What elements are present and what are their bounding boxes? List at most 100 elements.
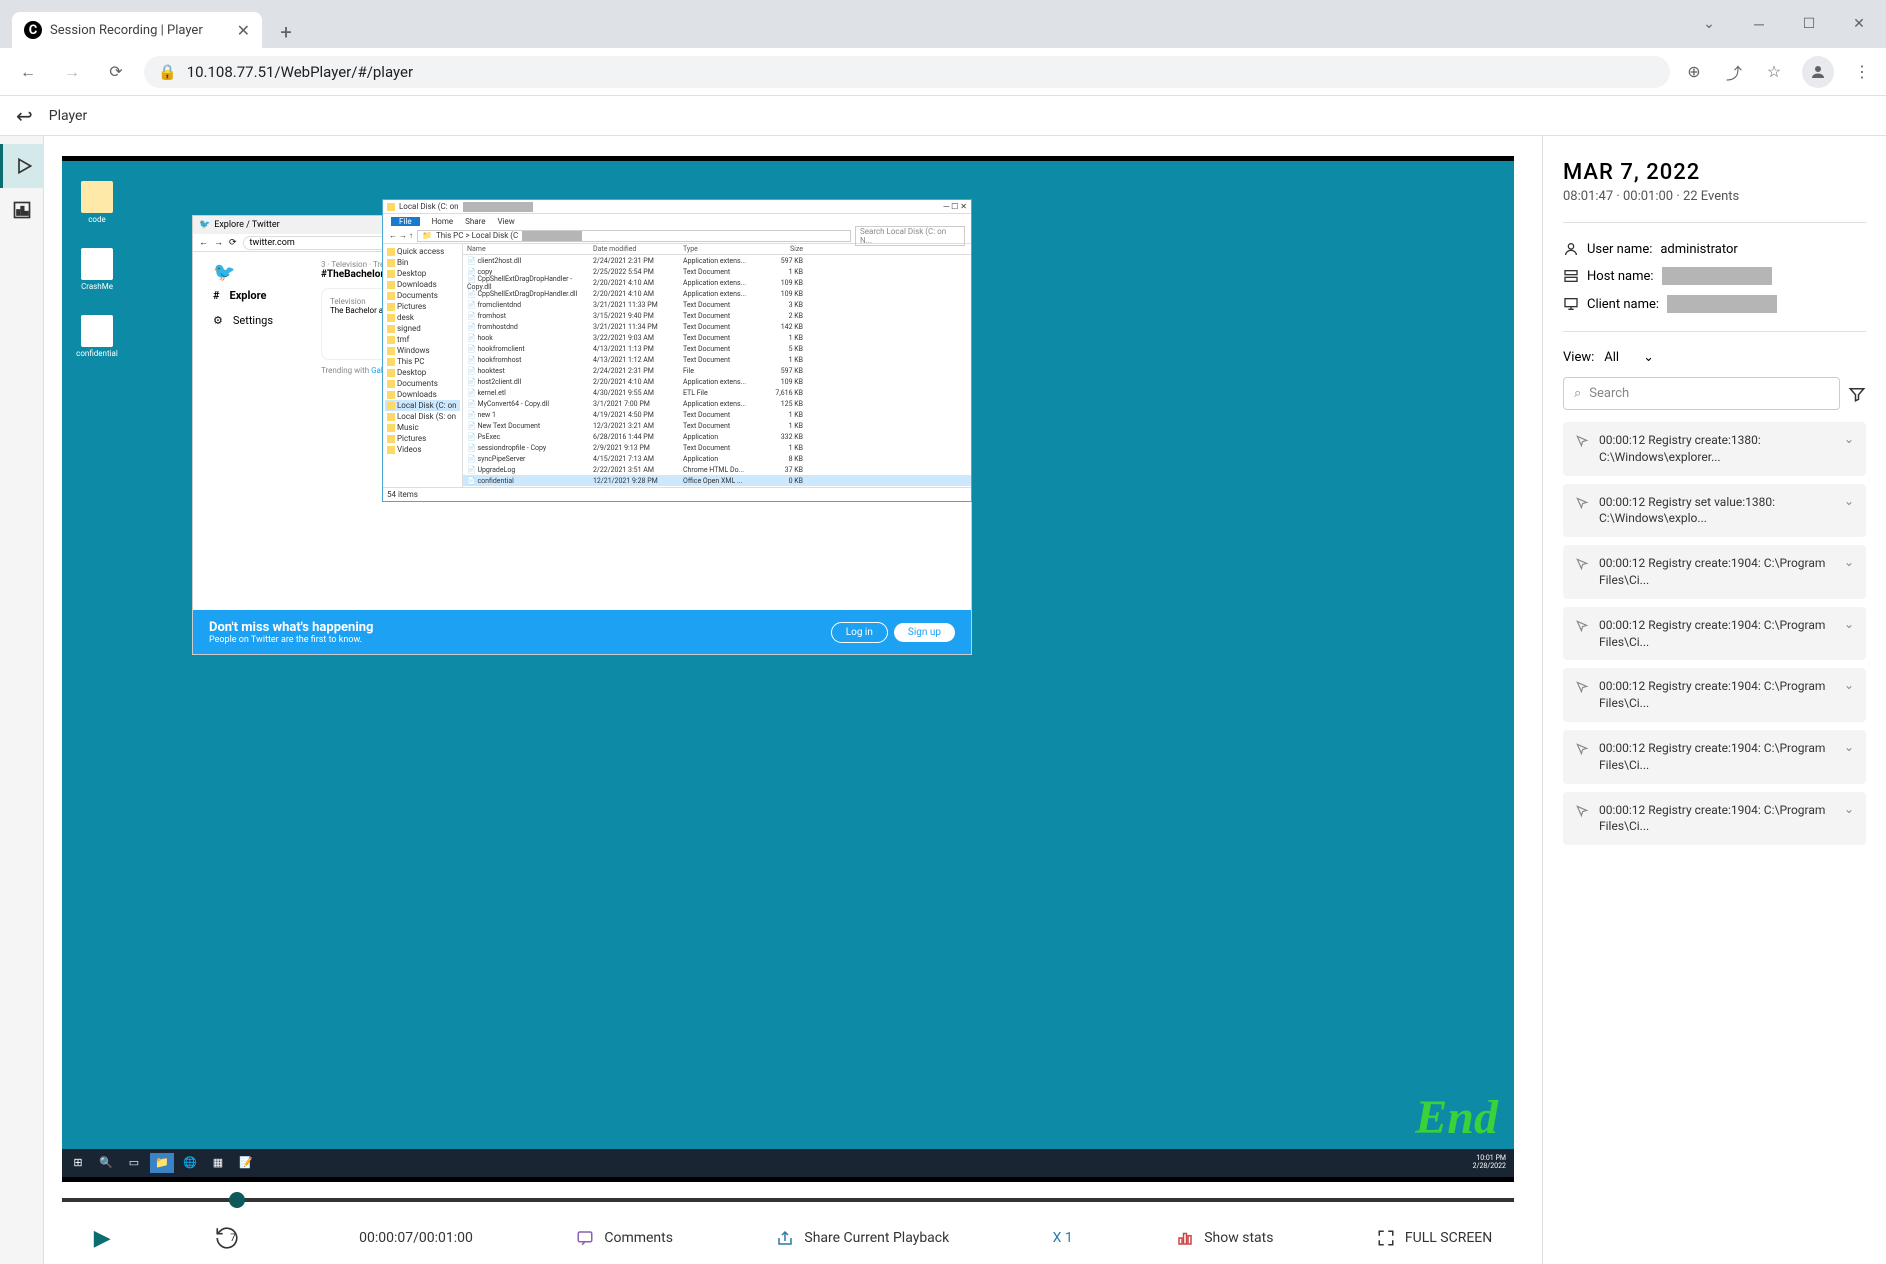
file-row: 📄 host2client.dll2/20/2021 4:10 AMApplic…: [463, 376, 971, 387]
replay-button[interactable]: 7: [214, 1225, 256, 1251]
share-icon[interactable]: ⤴: [1722, 60, 1746, 84]
file-row: 📄 sessiondropfile - Copy2/9/2021 9:13 PM…: [463, 442, 971, 453]
tree-item: Videos: [385, 444, 460, 455]
notepad-icon: 📝: [234, 1153, 258, 1173]
event-card[interactable]: 00:00:12 Registry set value:1380: C:\Win…: [1563, 484, 1866, 538]
file-row: 📄 fromclientdnd3/21/2021 11:33 PMText Do…: [463, 299, 971, 310]
search-icon: ⌕: [1574, 386, 1581, 401]
tree-item: Music: [385, 422, 460, 433]
explorer-status: 54 items: [383, 487, 971, 501]
event-card[interactable]: 00:00:12 Registry create:1904: C:\Progra…: [1563, 607, 1866, 661]
tree-item: Bin: [385, 257, 460, 268]
file-row: 📄 MyConvert64 - Copy.dll3/1/2021 7:00 PM…: [463, 398, 971, 409]
chevron-down-icon: ⌄: [1844, 494, 1854, 508]
tree-item: Pictures: [385, 301, 460, 312]
tree-item: Downloads: [385, 389, 460, 400]
twitter-banner: Don't miss what's happening People on Tw…: [193, 610, 971, 654]
timecode: 00:00:07/00:01:00: [359, 1230, 473, 1246]
menu-icon[interactable]: ⋮: [1850, 60, 1874, 84]
event-card[interactable]: 00:00:12 Registry create:1904: C:\Progra…: [1563, 668, 1866, 722]
event-card[interactable]: 00:00:12 Registry create:1904: C:\Progra…: [1563, 730, 1866, 784]
play-button[interactable]: ▶: [94, 1226, 111, 1251]
app-header: ↩ Player: [0, 96, 1886, 136]
chevron-down-icon: ⌄: [1844, 555, 1854, 569]
event-card[interactable]: 00:00:12 Registry create:1904: C:\Progra…: [1563, 545, 1866, 599]
file-row: 📄 CppShellExtDragDropHandler.dll2/20/202…: [463, 288, 971, 299]
event-card[interactable]: 00:00:12 Registry create:1380: C:\Window…: [1563, 422, 1866, 476]
file-row: 📄 confidential12/21/2021 9:28 PMOffice O…: [463, 475, 971, 486]
cursor-icon: [1575, 619, 1589, 633]
tree-item: Windows: [385, 345, 460, 356]
tree-item: Pictures: [385, 433, 460, 444]
event-search-input[interactable]: ⌕ Search: [1563, 377, 1840, 410]
explorer-window: Local Disk (C: on ─ ☐ ✕ FileHomeShareVie…: [382, 199, 972, 502]
close-tab-icon[interactable]: ✕: [237, 21, 250, 40]
explorer-icon: 📁: [150, 1153, 174, 1173]
tree-item: desk: [385, 312, 460, 323]
rail-stats-button[interactable]: [0, 188, 44, 232]
zoom-icon[interactable]: ⊕: [1682, 60, 1706, 84]
file-row: 📄 fromhost3/15/2021 9:40 PMText Document…: [463, 310, 971, 321]
tree-item: tmf: [385, 334, 460, 345]
stats-button[interactable]: Show stats: [1176, 1229, 1273, 1247]
filter-button[interactable]: [1848, 385, 1866, 403]
events-panel: MAR 7, 2022 08:01:47 · 00:01:00 · 22 Eve…: [1542, 136, 1886, 1264]
chevron-down-icon: ⌄: [1844, 678, 1854, 692]
comments-button[interactable]: Comments: [576, 1229, 673, 1247]
app-back-button[interactable]: ↩: [16, 104, 33, 128]
view-label: View:: [1563, 350, 1594, 365]
twitter-nav-explore: #Explore: [213, 283, 293, 308]
browser-addressbar: ← → ⟳ 🔒 10.108.77.51/WebPlayer/#/player …: [0, 48, 1886, 96]
back-button[interactable]: ←: [12, 56, 44, 88]
url-field[interactable]: 🔒 10.108.77.51/WebPlayer/#/player: [144, 56, 1670, 88]
rail-play-button[interactable]: [0, 144, 44, 188]
tree-item: Local Disk (S: on: [385, 411, 460, 422]
view-dropdown[interactable]: All ⌄: [1604, 350, 1654, 365]
user-field: User name: administrator: [1563, 241, 1866, 257]
twitter-tab-title: Explore / Twitter: [214, 220, 279, 230]
file-row: 📄 hookfromhost4/13/2021 1:12 AMText Docu…: [463, 354, 971, 365]
tree-item: Downloads: [385, 279, 460, 290]
explorer-menu-item: Share: [465, 217, 485, 226]
file-row: 📄 kernel.etl4/30/2021 9:55 AMETL File7,6…: [463, 387, 971, 398]
event-card[interactable]: 00:00:12 Registry create:1904: C:\Progra…: [1563, 792, 1866, 846]
speed-button[interactable]: X 1: [1053, 1230, 1073, 1246]
twitter-login-button: Log in: [831, 622, 888, 643]
scrubber[interactable]: [62, 1188, 1514, 1212]
browser-tab[interactable]: C Session Recording | Player ✕: [12, 12, 262, 48]
breadcrumb: Player: [49, 108, 87, 124]
file-row: 📄 hook3/22/2021 9:03 AMText Document1 KB: [463, 332, 971, 343]
fullscreen-button[interactable]: FULL SCREEN: [1377, 1229, 1492, 1247]
share-button[interactable]: Share Current Playback: [776, 1229, 949, 1247]
chrome-icon: 🌐: [178, 1153, 202, 1173]
tree-item: Desktop: [385, 268, 460, 279]
windows-taskbar: ⊞ 🔍 ▭ 📁 🌐 ▦ 📝 10:01 PM 2/28/2022: [62, 1149, 1514, 1177]
scrub-thumb[interactable]: [229, 1192, 245, 1208]
forward-button: →: [56, 56, 88, 88]
minimize-button[interactable]: ─: [1736, 8, 1782, 40]
chevron-down-icon: ⌄: [1844, 740, 1854, 754]
explorer-menu-item: File: [391, 217, 420, 226]
tree-item: Desktop: [385, 367, 460, 378]
trend-tag: #TheBachelor: [321, 269, 384, 280]
bookmark-icon[interactable]: ☆: [1762, 60, 1786, 84]
reload-button[interactable]: ⟳: [100, 56, 132, 88]
lock-icon: 🔒: [158, 63, 177, 81]
tree-item: This PC: [385, 356, 460, 367]
taskview-icon: ▭: [122, 1153, 146, 1173]
file-row: 📄 new 14/19/2021 4:50 PMText Document1 K…: [463, 409, 971, 420]
cursor-icon: [1575, 680, 1589, 694]
file-row: 📄 New Text Document12/3/2021 3:21 AMText…: [463, 420, 971, 431]
maximize-button[interactable]: ☐: [1786, 8, 1832, 40]
file-row: 📄 UpgradeLog2/22/2021 3:51 AMChrome HTML…: [463, 464, 971, 475]
file-row: 📄 hooktest2/24/2021 2:31 PMFile597 KB: [463, 365, 971, 376]
video-stage[interactable]: code CrashMe confidential 🐦 Explore / Tw…: [62, 156, 1514, 1182]
chevron-down-icon[interactable]: ⌄: [1686, 8, 1732, 40]
desktop-icon-crashme: CrashMe: [72, 248, 122, 291]
new-tab-button[interactable]: +: [270, 16, 302, 48]
close-button[interactable]: ✕: [1836, 8, 1882, 40]
profile-button[interactable]: [1802, 56, 1834, 88]
recording-canvas: code CrashMe confidential 🐦 Explore / Tw…: [62, 161, 1514, 1177]
file-row: 📄 CppShellExtDragDropHandler - Copy.dll2…: [463, 277, 971, 288]
file-row: 📄 fromhostdnd3/21/2021 11:34 PMText Docu…: [463, 321, 971, 332]
